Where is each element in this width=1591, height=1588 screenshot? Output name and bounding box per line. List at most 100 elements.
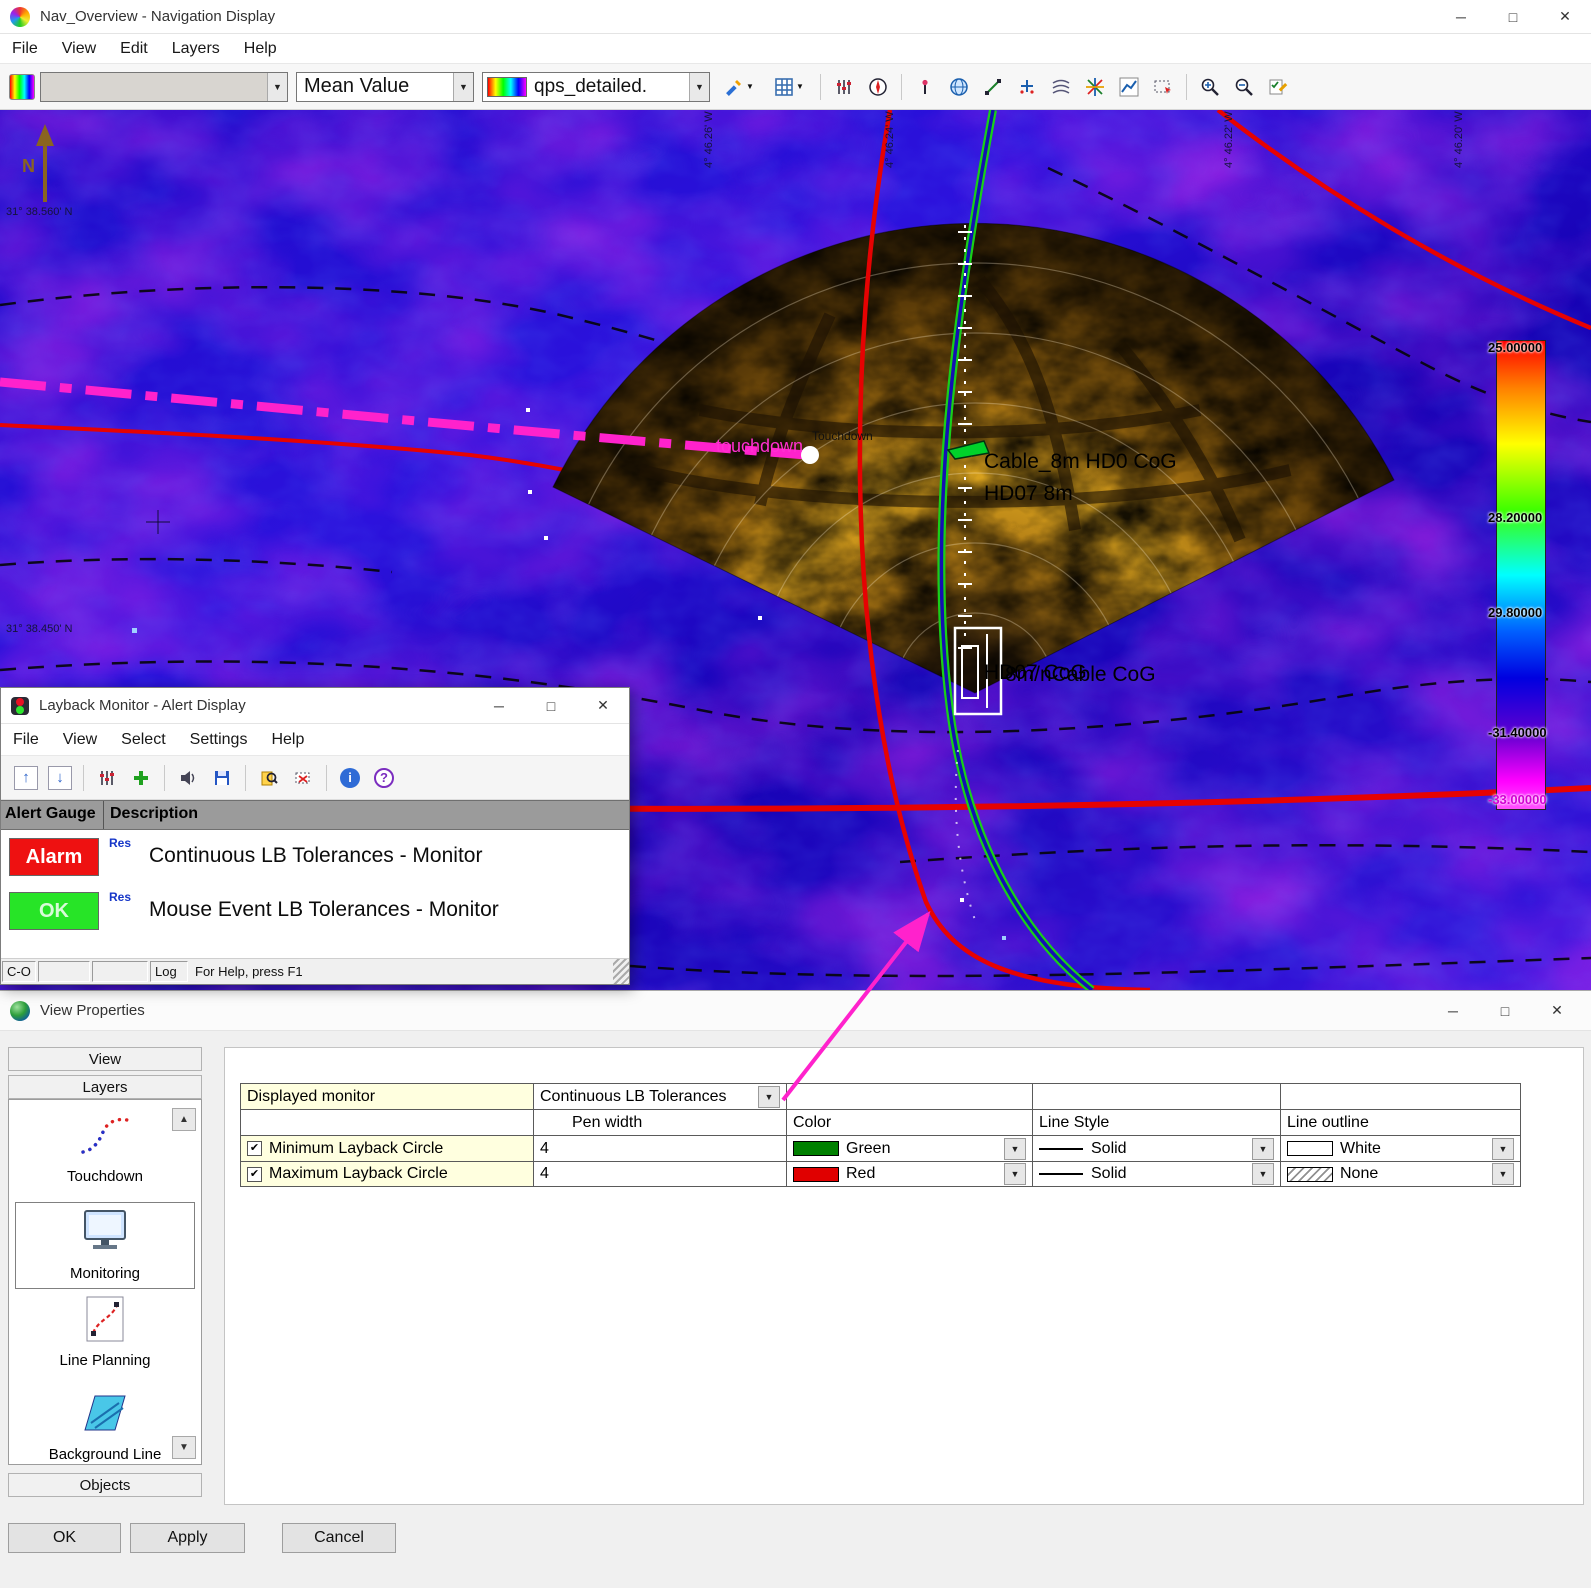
zoom-out-button[interactable] xyxy=(1228,71,1260,103)
menu-edit[interactable]: Edit xyxy=(108,36,160,62)
layback-maximize-button[interactable]: □ xyxy=(525,688,577,723)
vp-minimize-button[interactable]: ─ xyxy=(1427,991,1479,1030)
min-line-style-combo[interactable]: Solid ▼ xyxy=(1033,1135,1281,1161)
layback-close-button[interactable]: ✕ xyxy=(577,688,629,723)
min-layback-checkbox[interactable]: ✔ xyxy=(247,1141,262,1156)
tab-layers[interactable]: Layers xyxy=(8,1075,202,1099)
min-color-combo[interactable]: Green ▼ xyxy=(787,1135,1033,1161)
layback-titlebar[interactable]: Layback Monitor - Alert Display ─ □ ✕ xyxy=(1,688,629,724)
sidebar-item-line-planning[interactable]: Line Planning xyxy=(15,1296,195,1369)
property-row-max-layback: ✔ Maximum Layback Circle 4 Red ▼ Solid ▼… xyxy=(240,1161,1521,1187)
sound-button[interactable] xyxy=(173,763,203,793)
resize-grip[interactable] xyxy=(613,959,629,984)
cancel-button[interactable]: Cancel xyxy=(282,1523,396,1553)
chevron-down-icon[interactable]: ▼ xyxy=(689,73,709,101)
add-points-button[interactable] xyxy=(1011,71,1043,103)
colormap-combo[interactable]: qps_detailed. ▼ xyxy=(482,72,710,102)
help-button[interactable]: ? xyxy=(369,763,399,793)
measure-line-button[interactable] xyxy=(977,71,1009,103)
tab-view[interactable]: View xyxy=(8,1047,202,1071)
layer-combo[interactable]: ▼ xyxy=(40,72,288,102)
apply-button[interactable]: Apply xyxy=(130,1523,245,1553)
zoom-in-button[interactable] xyxy=(1194,71,1226,103)
min-pen-width-cell[interactable]: 4 xyxy=(534,1135,787,1161)
max-color-combo[interactable]: Red ▼ xyxy=(787,1161,1033,1187)
layback-minimize-button[interactable]: ─ xyxy=(473,688,525,723)
chart-button[interactable] xyxy=(1113,71,1145,103)
value-combo[interactable]: Mean Value ▼ xyxy=(296,72,474,102)
layback-menu-view[interactable]: View xyxy=(51,727,109,753)
vp-close-button[interactable]: ✕ xyxy=(1531,991,1583,1030)
max-line-style-combo[interactable]: Solid ▼ xyxy=(1033,1161,1281,1187)
chevron-down-icon[interactable]: ▼ xyxy=(758,1086,780,1108)
contours-button[interactable] xyxy=(1045,71,1077,103)
add-alert-button[interactable] xyxy=(126,763,156,793)
save-icon xyxy=(213,769,231,787)
main-minimize-button[interactable]: ─ xyxy=(1435,0,1487,33)
chevron-down-icon[interactable]: ▼ xyxy=(1492,1138,1514,1160)
max-layback-checkbox[interactable]: ✔ xyxy=(247,1167,262,1182)
max-pen-width-cell[interactable]: 4 xyxy=(534,1161,787,1187)
outline-swatch xyxy=(1287,1141,1333,1156)
alert-row[interactable]: OK Res Mouse Event LB Tolerances - Monit… xyxy=(1,884,629,938)
info-button[interactable]: i xyxy=(335,763,365,793)
color-scale-icon[interactable] xyxy=(9,74,35,100)
cable2-cog-label: 8m/nCable CoG xyxy=(1005,663,1156,686)
alert-row[interactable]: Alarm Res Continuous LB Tolerances - Mon… xyxy=(1,830,629,884)
globe-icon xyxy=(10,1001,30,1021)
grid-view-button[interactable]: ▼ xyxy=(765,71,813,103)
clear-selection-button[interactable] xyxy=(288,763,318,793)
layback-menu-file[interactable]: File xyxy=(1,727,51,753)
min-line-outline-combo[interactable]: White ▼ xyxy=(1281,1135,1521,1161)
layback-menu-select[interactable]: Select xyxy=(109,727,177,753)
color-swatch xyxy=(793,1167,839,1182)
main-maximize-button[interactable]: □ xyxy=(1487,0,1539,33)
chevron-down-icon[interactable]: ▼ xyxy=(1252,1163,1274,1185)
layback-menu-settings[interactable]: Settings xyxy=(178,727,260,753)
grid-icon xyxy=(774,77,794,97)
main-close-button[interactable]: ✕ xyxy=(1539,0,1591,33)
validation-button[interactable] xyxy=(1262,71,1294,103)
grid-header-row: Pen width Color Line Style Line outline xyxy=(240,1109,1521,1135)
sidebar-item-monitoring[interactable]: Monitoring xyxy=(15,1202,195,1289)
pane-up-button[interactable]: ↑ xyxy=(11,763,41,793)
pane-down-button[interactable]: ↓ xyxy=(45,763,75,793)
menu-view[interactable]: View xyxy=(50,36,108,62)
save-button[interactable] xyxy=(207,763,237,793)
chevron-down-icon: ▼ xyxy=(796,82,804,91)
menu-help[interactable]: Help xyxy=(232,36,289,62)
layback-menu-help[interactable]: Help xyxy=(259,727,316,753)
colorbar-label: -33.00000 xyxy=(1488,792,1578,807)
ok-status-badge[interactable]: OK xyxy=(9,892,99,930)
displayed-monitor-combo[interactable]: Continuous LB Tolerances ▼ xyxy=(534,1083,787,1109)
chevron-down-icon[interactable]: ▼ xyxy=(1004,1138,1026,1160)
draw-style-button[interactable]: ▼ xyxy=(715,71,763,103)
view-properties-titlebar[interactable]: View Properties ─ □ ✕ xyxy=(0,991,1591,1031)
pole-button[interactable] xyxy=(909,71,941,103)
profile-sliders-button[interactable] xyxy=(828,71,860,103)
scroll-down-button[interactable]: ▼ xyxy=(172,1436,196,1459)
find-button[interactable] xyxy=(254,763,284,793)
chevron-down-icon[interactable]: ▼ xyxy=(1004,1163,1026,1185)
menu-file[interactable]: File xyxy=(0,36,50,62)
main-titlebar[interactable]: Nav_Overview - Navigation Display ─ □ ✕ xyxy=(0,0,1591,34)
vp-maximize-button[interactable]: □ xyxy=(1479,991,1531,1030)
menu-layers[interactable]: Layers xyxy=(160,36,232,62)
colorbar-label: 28.20000 xyxy=(1488,510,1578,525)
chevron-down-icon[interactable]: ▼ xyxy=(453,73,473,101)
select-region-button[interactable] xyxy=(1147,71,1179,103)
chevron-down-icon[interactable]: ▼ xyxy=(1492,1163,1514,1185)
triangulation-button[interactable] xyxy=(1079,71,1111,103)
sidebar-item-touchdown[interactable]: Touchdown xyxy=(15,1114,195,1185)
sidebar-item-background-line[interactable]: Background Line xyxy=(15,1390,195,1463)
layback-title: Layback Monitor - Alert Display xyxy=(39,697,246,714)
projection-button[interactable] xyxy=(943,71,975,103)
chevron-down-icon[interactable]: ▼ xyxy=(267,73,287,101)
ok-button[interactable]: OK xyxy=(8,1523,121,1553)
mixer-button[interactable] xyxy=(92,763,122,793)
chevron-down-icon[interactable]: ▼ xyxy=(1252,1138,1274,1160)
alarm-status-badge[interactable]: Alarm xyxy=(9,838,99,876)
compass-button[interactable] xyxy=(862,71,894,103)
tab-objects[interactable]: Objects xyxy=(8,1473,202,1497)
max-line-outline-combo[interactable]: None ▼ xyxy=(1281,1161,1521,1187)
